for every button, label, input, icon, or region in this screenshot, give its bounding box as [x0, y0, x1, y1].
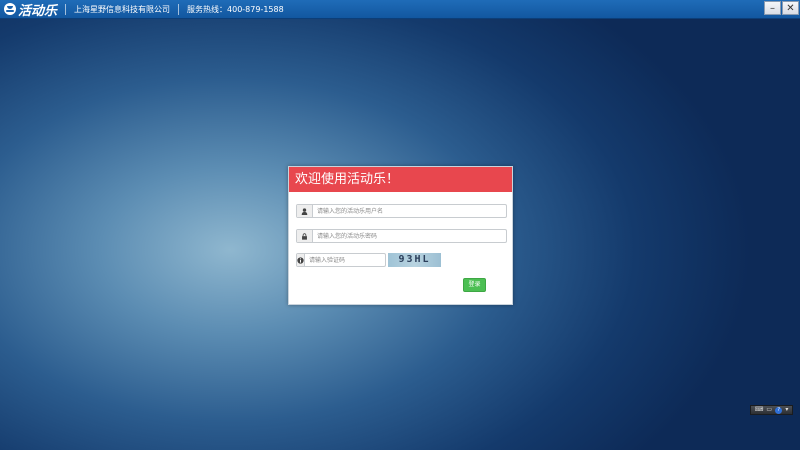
company-name: 上海星野信息科技有限公司: [74, 4, 171, 14]
keyboard-icon[interactable]: ⌨: [755, 406, 764, 414]
captcha-field: [296, 253, 388, 267]
logo-icon: [4, 3, 16, 15]
user-icon: [297, 205, 313, 217]
app-window: 活动乐 上海星野信息科技有限公司 服务热线：400-879-1588 – ✕ 欢…: [0, 0, 800, 450]
title-divider: [65, 3, 67, 15]
title-bar: 活动乐 上海星野信息科技有限公司 服务热线：400-879-1588 – ✕: [0, 0, 800, 19]
dialog-title: 欢迎使用活动乐！: [289, 167, 512, 192]
window-controls: – ✕: [764, 0, 800, 18]
login-dialog: 欢迎使用活动乐！ 93HL 登录: [288, 166, 513, 305]
title-divider: [178, 3, 180, 15]
lock-icon: [297, 230, 313, 242]
password-field: [296, 229, 507, 243]
password-input[interactable]: [313, 230, 506, 242]
captcha-image[interactable]: 93HL: [388, 253, 441, 267]
help-icon[interactable]: ?: [775, 406, 783, 414]
service-hotline: 服务热线：400-879-1588: [187, 4, 284, 14]
tray-widget: ⌨ ▭ ? ▾: [750, 405, 793, 415]
window-icon[interactable]: ▭: [766, 406, 772, 414]
login-button[interactable]: 登录: [463, 278, 486, 292]
app-name: 活动乐: [18, 3, 58, 19]
username-input[interactable]: [313, 205, 506, 217]
captcha-input[interactable]: [305, 254, 388, 266]
info-icon: [297, 254, 305, 266]
chevron-down-icon[interactable]: ▾: [785, 406, 788, 414]
username-field: [296, 204, 507, 218]
app-logo: 活动乐: [4, 0, 57, 19]
close-button[interactable]: ✕: [782, 1, 799, 15]
minimize-button[interactable]: –: [764, 1, 781, 15]
